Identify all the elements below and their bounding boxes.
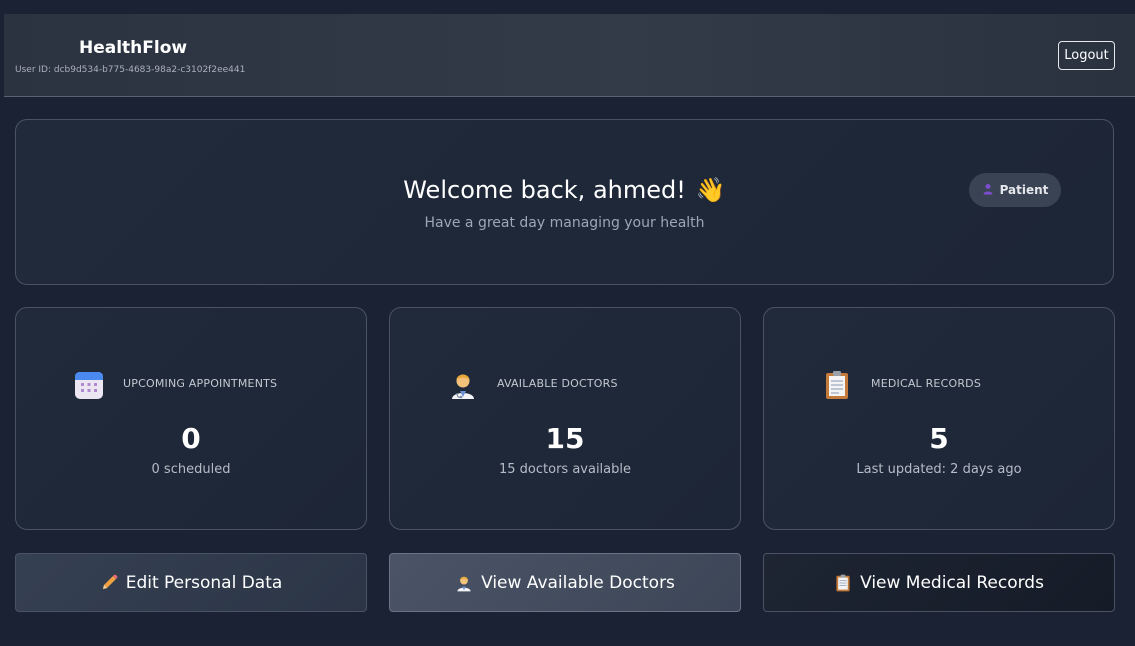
button-label: Edit Personal Data: [125, 572, 283, 593]
view-medical-records-button[interactable]: View Medical Records: [763, 553, 1115, 612]
stat-subtext: Last updated: 2 days ago: [856, 462, 1022, 477]
edit-personal-data-button[interactable]: Edit Personal Data: [15, 553, 367, 612]
doctor-icon: [447, 369, 479, 401]
logout-button[interactable]: Logout: [1058, 41, 1115, 70]
user-id-text: User ID: dcb9d534-b775-4683-98a2-c3102f2…: [15, 65, 246, 75]
view-available-doctors-button[interactable]: View Available Doctors: [389, 553, 741, 612]
role-badge: Patient: [969, 173, 1061, 207]
welcome-subtitle: Have a great day managing your health: [424, 215, 705, 231]
wave-icon: 👋: [695, 176, 726, 204]
stat-label: AVAILABLE DOCTORS: [497, 377, 618, 390]
clipboard-icon: [834, 574, 852, 592]
stat-label: MEDICAL RECORDS: [871, 377, 982, 390]
button-label: View Medical Records: [860, 572, 1044, 593]
doctor-icon: [455, 574, 473, 592]
stat-card-records: MEDICAL RECORDS 5 Last updated: 2 days a…: [763, 307, 1115, 530]
welcome-card: Welcome back, ahmed! 👋 Have a great day …: [15, 119, 1114, 285]
stat-label: UPCOMING APPOINTMENTS: [123, 377, 278, 390]
button-label: View Available Doctors: [481, 572, 675, 593]
stat-subtext: 15 doctors available: [498, 462, 631, 477]
stat-card-appointments: UPCOMING APPOINTMENTS 0 0 scheduled: [15, 307, 367, 530]
welcome-title-text: Welcome back, ahmed!: [403, 176, 686, 204]
pencil-icon: [100, 574, 118, 592]
top-header: HealthFlow User ID: dcb9d534-b775-4683-9…: [4, 14, 1135, 97]
stat-value: 15: [545, 422, 585, 455]
calendar-icon: [73, 369, 105, 401]
person-icon: [982, 183, 994, 198]
welcome-heading: Welcome back, ahmed! 👋: [16, 176, 1113, 204]
clipboard-icon: [821, 369, 853, 401]
app-title: HealthFlow: [79, 38, 188, 58]
stat-value: 5: [929, 422, 949, 455]
role-badge-label: Patient: [999, 183, 1049, 197]
stat-value: 0: [181, 422, 201, 455]
stat-card-doctors: AVAILABLE DOCTORS 15 15 doctors availabl…: [389, 307, 741, 530]
stat-subtext: 0 scheduled: [151, 462, 231, 477]
